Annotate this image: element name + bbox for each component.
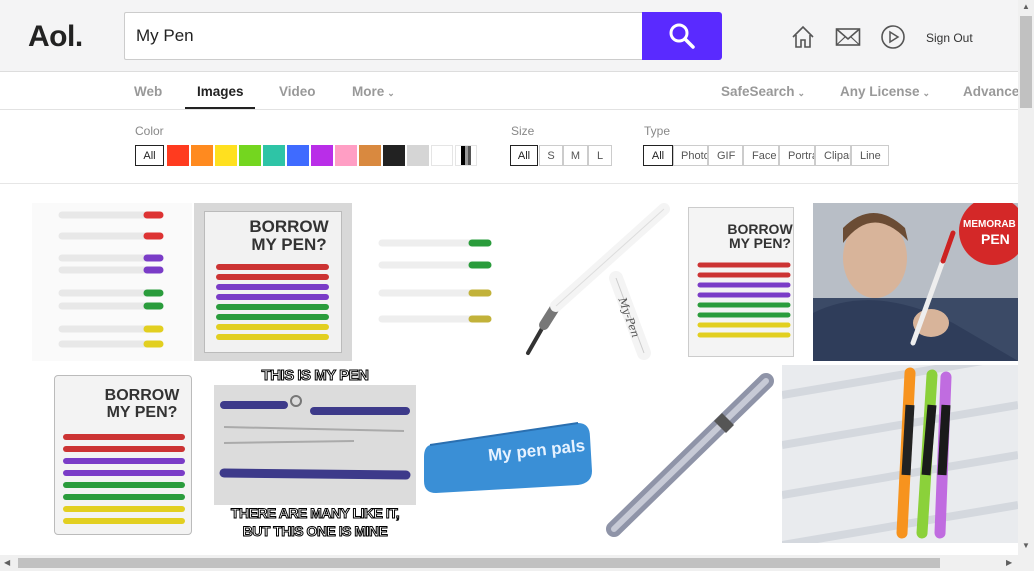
color-swatch-purple[interactable]: [311, 145, 333, 166]
type-option[interactable]: Clipart: [815, 145, 851, 166]
color-swatch-orange[interactable]: [191, 145, 213, 166]
pen-image: [606, 373, 774, 537]
meme-bottom-text: BUT THIS ONE IS MINE: [242, 523, 388, 540]
photo-caption: MEMORAB: [963, 219, 1016, 230]
search-box[interactable]: [124, 12, 642, 60]
pens-image: [63, 434, 185, 524]
image-result[interactable]: MEMORAB PEN: [813, 203, 1018, 361]
photo-caption: PEN: [981, 231, 1010, 247]
safesearch-dropdown[interactable]: SafeSearch ⌄: [721, 84, 805, 99]
type-option[interactable]: Photo: [673, 145, 708, 166]
image-result[interactable]: My-Pen: [516, 203, 678, 361]
page: Aol. Sign Out Web Images Video: [0, 0, 1034, 571]
sign-out-link[interactable]: Sign Out: [926, 31, 973, 45]
license-label: Any License: [840, 84, 920, 99]
scroll-down-arrow-icon[interactable]: ▼: [1022, 541, 1030, 550]
meme-bottom-text: THERE ARE MANY LIKE IT,: [230, 505, 400, 522]
size-option[interactable]: M: [563, 145, 588, 166]
tab-more[interactable]: More ⌄: [352, 84, 395, 99]
tab-images[interactable]: Images: [197, 84, 244, 99]
color-swatch-gray[interactable]: [407, 145, 429, 166]
chevron-down-icon: ⌄: [387, 88, 395, 98]
scroll-right-arrow-icon[interactable]: ▶: [1006, 558, 1012, 567]
color-swatch-black[interactable]: [383, 145, 405, 166]
tab-web[interactable]: Web: [134, 84, 162, 99]
type-option[interactable]: Face: [743, 145, 779, 166]
search-button[interactable]: [642, 12, 722, 60]
image-result[interactable]: [600, 365, 780, 543]
image-result[interactable]: BORROW MY PEN?: [194, 203, 352, 361]
meme-top-text: THIS IS MY PEN: [261, 367, 369, 385]
color-swatch-pink[interactable]: [335, 145, 357, 166]
pen-image: [526, 203, 670, 360]
pens-image: [216, 264, 329, 340]
color-swatch-blue[interactable]: [287, 145, 309, 166]
size-filter-label: Size: [511, 124, 535, 138]
color-swatch-monochrome[interactable]: [455, 145, 477, 166]
color-swatch-yellow[interactable]: [215, 145, 237, 166]
filter-bar: Color All Size All S M L Type All Photo …: [0, 110, 1018, 184]
pens-image: [782, 365, 1018, 543]
type-option[interactable]: Line: [851, 145, 889, 166]
search-input[interactable]: [125, 13, 642, 59]
home-icon[interactable]: [790, 24, 816, 50]
color-swatch-green[interactable]: [239, 145, 261, 166]
color-all-option[interactable]: All: [135, 145, 164, 166]
type-option[interactable]: Portrait: [779, 145, 815, 166]
tab-more-label: More: [352, 84, 385, 99]
image-result[interactable]: My pen pals: [418, 365, 598, 543]
color-swatch-brown[interactable]: [359, 145, 381, 166]
image-result[interactable]: [32, 203, 192, 361]
type-option[interactable]: GIF: [708, 145, 743, 166]
type-filter-label: Type: [644, 124, 671, 138]
size-option[interactable]: L: [588, 145, 612, 166]
scroll-up-arrow-icon[interactable]: ▲: [1022, 2, 1030, 11]
image-result[interactable]: [354, 203, 514, 361]
chevron-down-icon: ⌄: [922, 88, 931, 98]
type-option[interactable]: All: [643, 145, 673, 166]
pens-image: [58, 211, 164, 348]
image-result[interactable]: [782, 365, 1018, 543]
pens-image: [378, 239, 492, 323]
vertical-scrollbar-thumb[interactable]: [1020, 16, 1032, 108]
aol-logo[interactable]: Aol.: [28, 20, 83, 54]
image-result[interactable]: BORROW MY PEN?: [32, 365, 212, 543]
horizontal-scrollbar-thumb[interactable]: [18, 558, 940, 568]
safesearch-label: SafeSearch: [721, 84, 795, 99]
color-swatch-red[interactable]: [167, 145, 189, 166]
color-swatch-white[interactable]: [431, 145, 453, 166]
pens-image: [697, 262, 791, 338]
header: Aol. Sign Out: [0, 0, 1018, 72]
nav-bar: Web Images Video More ⌄ SafeSearch ⌄ Any L…: [0, 72, 1028, 110]
video-play-icon[interactable]: [880, 24, 906, 50]
license-dropdown[interactable]: Any License ⌄: [840, 84, 930, 99]
search-icon: [669, 23, 695, 49]
size-option[interactable]: All: [510, 145, 538, 166]
active-tab-underline: [185, 107, 255, 109]
color-filter-label: Color: [135, 124, 164, 138]
tab-video[interactable]: Video: [279, 84, 316, 99]
scroll-left-arrow-icon[interactable]: ◀: [4, 558, 10, 567]
size-option[interactable]: S: [539, 145, 563, 166]
image-result[interactable]: THIS IS MY PEN THERE ARE MANY LIKE IT, B…: [214, 365, 416, 543]
mail-icon[interactable]: [835, 24, 861, 50]
image-result[interactable]: BORROW MY PEN?: [680, 203, 810, 361]
color-swatch-teal[interactable]: [263, 145, 285, 166]
chevron-down-icon: ⌄: [797, 88, 806, 98]
